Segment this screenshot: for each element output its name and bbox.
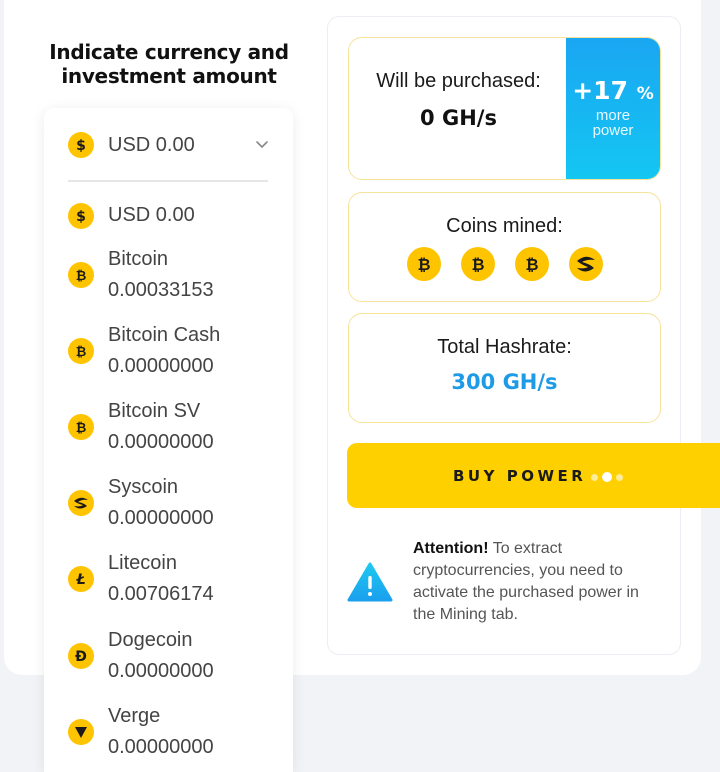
attention-text: Attention! To extract cryptocurrencies, … bbox=[413, 538, 663, 626]
syscoin-icon bbox=[68, 490, 94, 516]
chevron-down-icon bbox=[256, 141, 268, 149]
bonus-unit: % bbox=[636, 84, 654, 104]
hashrate-value: 300 GH/s bbox=[451, 370, 558, 394]
purchase-box: Will be purchased: 0 GH/s +17 % more pow… bbox=[348, 37, 661, 180]
option-dogecoin[interactable]: Đ Dogecoin 0.00000000 bbox=[68, 625, 274, 687]
dropdown-divider bbox=[68, 180, 268, 182]
attention-notice: Attention! To extract cryptocurrencies, … bbox=[347, 538, 667, 628]
option-bitcoin-cash[interactable]: ₿ Bitcoin Cash 0.00000000 bbox=[68, 320, 274, 382]
bonus-percent: +17 % bbox=[566, 76, 660, 105]
svg-text:$: $ bbox=[76, 209, 86, 225]
litecoin-icon: Ł bbox=[68, 566, 94, 592]
bonus-text-line-2: power bbox=[592, 122, 634, 139]
option-syscoin[interactable]: Syscoin 0.00000000 bbox=[68, 472, 274, 534]
bitcoin-icon: ₿ bbox=[68, 262, 94, 288]
purchase-label: Will be purchased: bbox=[376, 70, 541, 92]
page-heading: Indicate currency and investment amount bbox=[49, 40, 289, 88]
option-label: USD 0.00 bbox=[108, 204, 195, 226]
svg-text:₿: ₿ bbox=[525, 255, 538, 274]
selected-currency-label: USD 0.00 bbox=[108, 133, 195, 156]
option-name: Bitcoin bbox=[108, 248, 169, 270]
option-name: Bitcoin Cash bbox=[108, 324, 221, 346]
option-balance: 0.00000000 bbox=[108, 736, 214, 758]
svg-text:Ł: Ł bbox=[75, 572, 85, 588]
bitcoin-sv-icon: ₿ bbox=[68, 414, 94, 440]
bonus-text: more power bbox=[566, 108, 660, 138]
option-name: Syscoin bbox=[108, 476, 179, 498]
option-balance: 0.00000000 bbox=[108, 507, 214, 529]
option-name: Litecoin bbox=[108, 552, 177, 574]
option-verge[interactable]: Verge 0.00000000 bbox=[68, 701, 274, 763]
attention-title: Attention! bbox=[413, 540, 489, 557]
syscoin-icon bbox=[568, 247, 603, 281]
buy-power-label: BUY POWER bbox=[453, 467, 587, 485]
coins-mined-label: Coins mined: bbox=[446, 215, 563, 237]
option-name: Verge bbox=[108, 705, 161, 727]
bonus-value: +17 bbox=[572, 76, 628, 105]
coins-mined-list: ₿ ₿ ₿ bbox=[349, 247, 660, 281]
svg-text:$: $ bbox=[76, 138, 86, 154]
svg-text:₿: ₿ bbox=[417, 255, 430, 274]
hashrate-label: Total Hashrate: bbox=[437, 336, 572, 358]
svg-text:₿: ₿ bbox=[471, 255, 484, 274]
bitcoin-cash-icon: ₿ bbox=[68, 338, 94, 364]
bonus-text-line-1: more bbox=[595, 107, 631, 124]
option-balance: 0.00000000 bbox=[108, 660, 214, 682]
dogecoin-icon: Đ bbox=[68, 643, 94, 669]
buy-power-button[interactable]: BUY POWER bbox=[347, 443, 720, 508]
coins-mined-box: Coins mined: ₿ ₿ ₿ bbox=[348, 192, 661, 302]
svg-text:₿: ₿ bbox=[76, 421, 87, 436]
option-name: Bitcoin SV bbox=[108, 400, 201, 422]
option-bitcoin[interactable]: ₿ Bitcoin 0.00033153 bbox=[68, 244, 274, 306]
option-balance: 0.00000000 bbox=[108, 431, 214, 453]
dollar-icon: $ bbox=[68, 202, 94, 229]
currency-dropdown: $ USD 0.00 $ USD 0.00 ₿ Bitcoin 0.000331… bbox=[44, 108, 293, 772]
loading-dots-icon bbox=[591, 472, 623, 482]
option-usd[interactable]: $ USD 0.00 bbox=[68, 200, 274, 231]
option-balance: 0.00000000 bbox=[108, 355, 214, 377]
currency-select[interactable]: $ USD 0.00 bbox=[68, 130, 274, 160]
svg-text:₿: ₿ bbox=[76, 345, 87, 360]
option-balance: 0.00706174 bbox=[108, 583, 214, 605]
option-balance: 0.00033153 bbox=[108, 279, 214, 301]
svg-text:₿: ₿ bbox=[76, 269, 87, 284]
bitcoin-icon: ₿ bbox=[460, 247, 495, 281]
purchase-info: Will be purchased: 0 GH/s bbox=[349, 38, 568, 179]
warning-icon bbox=[347, 562, 393, 602]
option-litecoin[interactable]: Ł Litecoin 0.00706174 bbox=[68, 548, 274, 610]
hashrate-box: Total Hashrate: 300 GH/s bbox=[348, 313, 661, 423]
svg-text:Đ: Đ bbox=[75, 649, 87, 665]
option-name: Dogecoin bbox=[108, 629, 193, 651]
bonus-badge: +17 % more power bbox=[566, 38, 660, 179]
dollar-icon: $ bbox=[68, 132, 94, 158]
option-bitcoin-sv[interactable]: ₿ Bitcoin SV 0.00000000 bbox=[68, 396, 274, 458]
purchase-value: 0 GH/s bbox=[420, 106, 497, 130]
verge-icon bbox=[68, 719, 94, 745]
bitcoin-icon: ₿ bbox=[406, 247, 441, 281]
bitcoin-icon: ₿ bbox=[514, 247, 549, 281]
